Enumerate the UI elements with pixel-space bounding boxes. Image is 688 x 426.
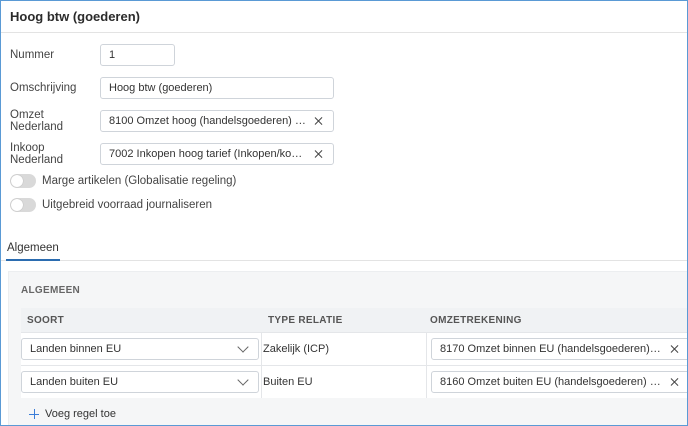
- omzetrekening-select[interactable]: 8160 Omzet buiten EU (handelsgoederen) (…: [431, 371, 687, 393]
- omzetrekening-value: 8160 Omzet buiten EU (handelsgoederen) (…: [440, 376, 663, 388]
- column-header-omzetrekening: OMZETREKENING: [430, 314, 522, 326]
- omzet-nederland-value: 8100 Omzet hoog (handelsgoederen) (Verko…: [109, 115, 307, 127]
- inkoop-nederland-select[interactable]: 7002 Inkopen hoog tarief (Inkopen/kosten…: [100, 143, 334, 165]
- algemeen-table: SOORT TYPE RELATIE OMZETREKENING Landen …: [21, 308, 687, 398]
- omzetrekening-select[interactable]: 8170 Omzet binnen EU (handelsgoederen) (…: [431, 338, 687, 360]
- omschrijving-row: Omschrijving Hoog btw (goederen): [10, 77, 334, 99]
- soort-select[interactable]: Landen binnen EU: [21, 338, 259, 360]
- table-row: Landen binnen EU Zakelijk (ICP) 8170 Omz…: [21, 332, 687, 365]
- omzetrekening-cell: 8160 Omzet buiten EU (handelsgoederen) (…: [426, 366, 687, 398]
- soort-cell: Landen binnen EU: [21, 333, 261, 365]
- add-row-label: Voeg regel toe: [45, 408, 116, 420]
- omzet-nederland-label: Omzet Nederland: [10, 109, 64, 133]
- omzetrekening-cell: 8170 Omzet binnen EU (handelsgoederen) (…: [426, 333, 687, 365]
- inkoop-nederland-row: Inkoop Nederland 7002 Inkopen hoog tarie…: [10, 142, 334, 166]
- voorraad-journaliseren-toggle[interactable]: [10, 198, 36, 212]
- clear-icon[interactable]: [669, 343, 681, 355]
- clear-icon[interactable]: [313, 115, 325, 127]
- algemeen-panel: ALGEMEEN SOORT TYPE RELATIE OMZETREKENIN…: [8, 271, 687, 425]
- marge-artikelen-row: Marge artikelen (Globalisatie regeling): [10, 174, 236, 188]
- chevron-down-icon: [237, 374, 249, 386]
- soort-value: Landen buiten EU: [30, 376, 119, 388]
- clear-icon[interactable]: [313, 148, 325, 160]
- voorraad-journaliseren-row: Uitgebreid voorraad journaliseren: [10, 198, 212, 212]
- marge-artikelen-label: Marge artikelen (Globalisatie regeling): [42, 175, 237, 187]
- omschrijving-input[interactable]: Hoog btw (goederen): [100, 77, 334, 99]
- plus-icon: [29, 409, 39, 419]
- section-title: ALGEMEEN: [21, 285, 81, 296]
- title-bar: Hoog btw (goederen): [1, 1, 687, 33]
- omzet-nederland-row: Omzet Nederland 8100 Omzet hoog (handels…: [10, 109, 334, 133]
- column-header-soort: SOORT: [27, 314, 65, 326]
- marge-artikelen-toggle[interactable]: [10, 174, 36, 188]
- omzetrekening-value: 8170 Omzet binnen EU (handelsgoederen) (…: [440, 343, 663, 355]
- tab-bar: Algemeen: [1, 236, 687, 261]
- nummer-input[interactable]: 1: [100, 44, 175, 66]
- nummer-value: 1: [109, 49, 116, 61]
- inkoop-nederland-label: Inkoop Nederland: [10, 142, 64, 166]
- clear-icon[interactable]: [669, 376, 681, 388]
- page-title: Hoog btw (goederen): [10, 9, 140, 24]
- dialog-window: Hoog btw (goederen) Nummer 1 Omschrijvin…: [0, 0, 688, 426]
- type-relatie-cell: Zakelijk (ICP): [261, 333, 426, 365]
- soort-cell: Landen buiten EU: [21, 366, 261, 398]
- omschrijving-label: Omschrijving: [10, 82, 77, 94]
- nummer-row: Nummer 1: [10, 44, 175, 66]
- omschrijving-value: Hoog btw (goederen): [109, 82, 213, 94]
- omzet-nederland-select[interactable]: 8100 Omzet hoog (handelsgoederen) (Verko…: [100, 110, 334, 132]
- soort-select[interactable]: Landen buiten EU: [21, 371, 259, 393]
- table-header: SOORT TYPE RELATIE OMZETREKENING: [21, 308, 687, 332]
- nummer-label: Nummer: [10, 49, 55, 61]
- soort-value: Landen binnen EU: [30, 343, 122, 355]
- inkoop-nederland-value: 7002 Inkopen hoog tarief (Inkopen/kosten…: [109, 148, 307, 160]
- chevron-down-icon: [237, 341, 249, 353]
- tab-algemeen[interactable]: Algemeen: [6, 236, 60, 261]
- table-row: Landen buiten EU Buiten EU 8160 Omzet bu…: [21, 365, 687, 398]
- add-row-button[interactable]: Voeg regel toe: [29, 408, 116, 420]
- voorraad-journaliseren-label: Uitgebreid voorraad journaliseren: [42, 199, 213, 211]
- type-relatie-cell: Buiten EU: [261, 366, 426, 398]
- column-header-type-relatie: TYPE RELATIE: [268, 314, 343, 326]
